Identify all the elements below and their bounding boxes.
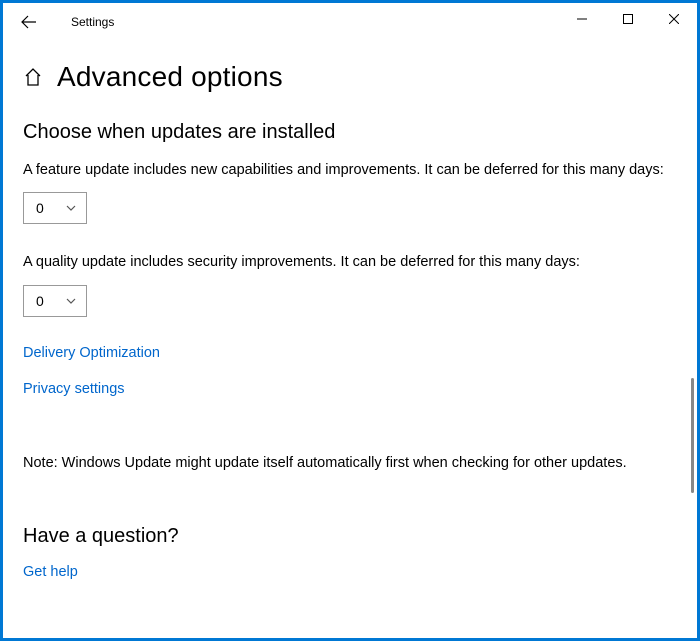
quality-update-defer-value: 0 bbox=[36, 293, 44, 309]
window-controls bbox=[559, 3, 697, 35]
home-icon[interactable] bbox=[23, 67, 43, 87]
app-title: Settings bbox=[71, 15, 114, 29]
privacy-settings-link[interactable]: Privacy settings bbox=[23, 381, 125, 397]
titlebar: Settings bbox=[3, 3, 697, 41]
settings-window: Settings Advanced options Choose when up… bbox=[3, 3, 697, 638]
scrollbar-thumb[interactable] bbox=[691, 378, 694, 493]
feature-update-text: A feature update includes new capabiliti… bbox=[23, 160, 677, 180]
note-text: Note: Windows Update might update itself… bbox=[23, 455, 677, 471]
quality-update-defer-dropdown[interactable]: 0 bbox=[23, 285, 87, 317]
chevron-down-icon bbox=[66, 298, 76, 304]
page-header: Advanced options bbox=[23, 61, 677, 93]
minimize-icon bbox=[577, 14, 587, 24]
page-title: Advanced options bbox=[57, 61, 283, 93]
back-button[interactable] bbox=[11, 3, 47, 41]
minimize-button[interactable] bbox=[559, 3, 605, 35]
close-icon bbox=[669, 14, 679, 24]
maximize-icon bbox=[623, 14, 633, 24]
maximize-button[interactable] bbox=[605, 3, 651, 35]
delivery-optimization-link[interactable]: Delivery Optimization bbox=[23, 345, 160, 361]
quality-update-text: A quality update includes security impro… bbox=[23, 252, 677, 272]
section-heading-updates: Choose when updates are installed bbox=[23, 121, 677, 144]
close-button[interactable] bbox=[651, 3, 697, 35]
content-area: Advanced options Choose when updates are… bbox=[3, 41, 697, 638]
chevron-down-icon bbox=[66, 205, 76, 211]
back-arrow-icon bbox=[21, 14, 37, 30]
feature-update-defer-dropdown[interactable]: 0 bbox=[23, 192, 87, 224]
get-help-link[interactable]: Get help bbox=[23, 564, 78, 580]
feature-update-defer-value: 0 bbox=[36, 200, 44, 216]
section-heading-help: Have a question? bbox=[23, 525, 677, 548]
